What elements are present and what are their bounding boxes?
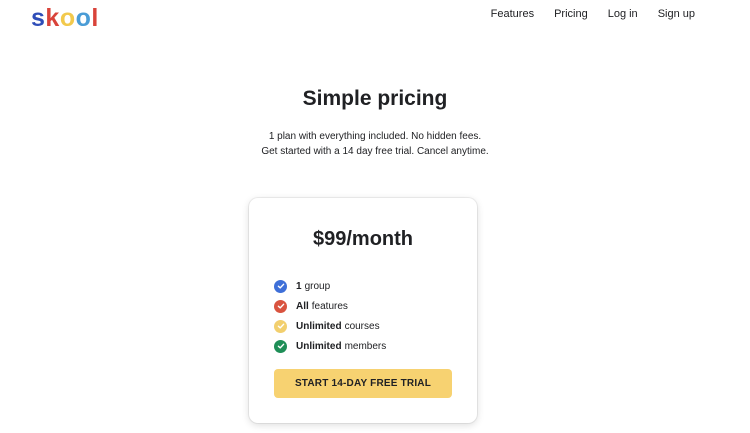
top-nav: Features Pricing Log in Sign up bbox=[491, 7, 695, 21]
logo-letter: o bbox=[59, 4, 76, 32]
pricing-page: skool Features Pricing Log in Sign up Si… bbox=[0, 0, 750, 433]
check-circle-icon bbox=[274, 319, 287, 333]
feature-bold-text: Unlimited bbox=[296, 320, 342, 332]
nav-pricing-link[interactable]: Pricing bbox=[554, 7, 588, 21]
feature-item: Unlimited members bbox=[274, 336, 386, 356]
feature-bold-text: All bbox=[296, 300, 309, 312]
check-circle-icon bbox=[274, 339, 287, 353]
plan-price: $99/month bbox=[312, 228, 414, 250]
feature-item: All features bbox=[274, 296, 386, 316]
check-circle-icon bbox=[274, 279, 287, 293]
nav-signup-link[interactable]: Sign up bbox=[658, 7, 695, 21]
logo-letter: l bbox=[91, 4, 99, 32]
subtitle-line: 1 plan with everything included. No hidd… bbox=[268, 131, 482, 142]
feature-text: group bbox=[304, 280, 331, 292]
logo-letter: o bbox=[75, 4, 92, 32]
feature-item: Unlimited courses bbox=[274, 316, 386, 336]
page-title: Simple pricing bbox=[302, 87, 448, 110]
start-free-trial-button[interactable]: START 14-DAY FREE TRIAL bbox=[274, 369, 452, 398]
feature-text: courses bbox=[344, 320, 380, 332]
page-subtitle: 1 plan with everything included. No hidd… bbox=[0, 129, 750, 159]
logo-letter: k bbox=[45, 4, 60, 32]
subtitle-line: Get started with a 14 day free trial. Ca… bbox=[261, 146, 489, 157]
feature-list: 1 group All features Unlimited courses U… bbox=[274, 276, 386, 356]
skool-logo[interactable]: skool bbox=[31, 3, 99, 33]
feature-text: members bbox=[344, 340, 387, 352]
logo-letter: s bbox=[31, 4, 46, 32]
feature-item: 1 group bbox=[274, 276, 386, 296]
feature-text: features bbox=[311, 300, 348, 312]
pricing-card: $99/month 1 group All features Unlimited… bbox=[249, 198, 477, 423]
feature-bold-text: 1 bbox=[296, 280, 302, 292]
nav-login-link[interactable]: Log in bbox=[608, 7, 638, 21]
feature-bold-text: Unlimited bbox=[296, 340, 342, 352]
nav-features-link[interactable]: Features bbox=[491, 7, 534, 21]
check-circle-icon bbox=[274, 299, 287, 313]
